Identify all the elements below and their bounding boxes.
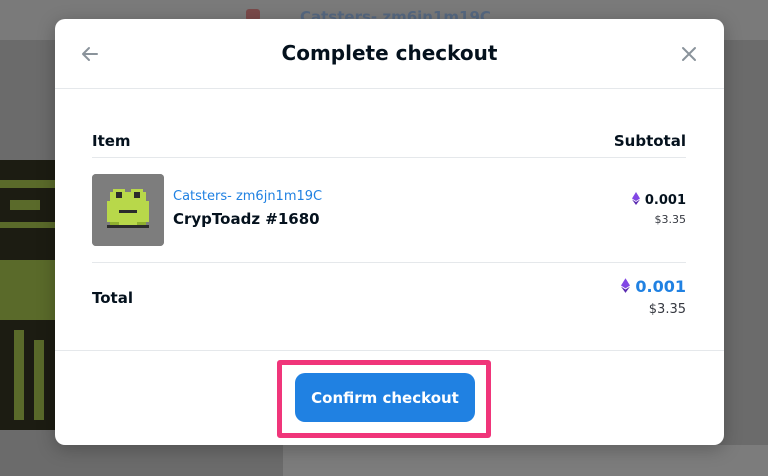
item-thumbnail[interactable] <box>92 174 164 246</box>
confirm-checkout-button[interactable]: Confirm checkout <box>295 373 475 422</box>
checkout-modal: Complete checkout Item Subtotal Catsters… <box>55 19 724 445</box>
close-icon[interactable] <box>678 43 700 65</box>
column-header-subtotal: Subtotal <box>613 132 686 150</box>
eth-icon <box>621 278 631 293</box>
background-panel <box>283 445 768 476</box>
modal-header: Complete checkout <box>55 19 724 89</box>
item-price: 0.001 <box>631 192 686 208</box>
eth-icon <box>631 192 640 205</box>
item-name: CrypToadz #1680 <box>173 210 320 228</box>
total-price-eth: 0.001 <box>635 277 686 296</box>
item-price-usd: $3.35 <box>654 213 687 226</box>
item-price-eth: 0.001 <box>644 193 686 208</box>
divider <box>92 157 686 158</box>
total-price-usd: $3.35 <box>648 302 686 317</box>
column-header-item: Item <box>92 132 131 150</box>
collection-link[interactable]: Catsters- zm6jn1m19C <box>173 189 322 204</box>
total-price: 0.001 <box>621 277 686 296</box>
background-artwork <box>0 160 58 430</box>
divider <box>92 262 686 263</box>
total-label: Total <box>92 289 133 307</box>
modal-title: Complete checkout <box>281 41 498 65</box>
footer-divider <box>55 350 724 351</box>
